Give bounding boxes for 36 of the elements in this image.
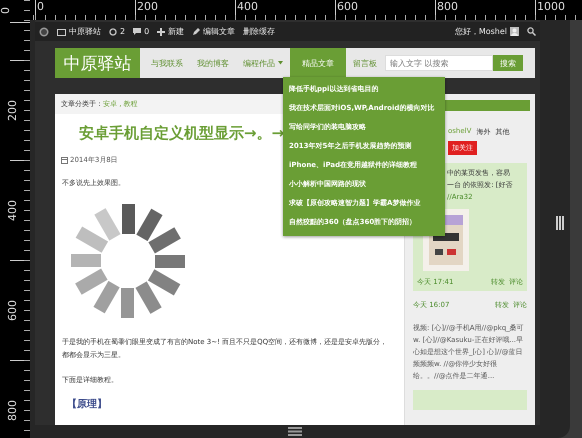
- site-logo[interactable]: 中原驿站: [55, 48, 140, 78]
- comment-icon: [133, 28, 142, 36]
- edit-link[interactable]: 编辑文章: [192, 26, 236, 37]
- purge-cache-link[interactable]: 删除缓存: [243, 26, 276, 37]
- search-icon[interactable]: [527, 27, 536, 36]
- ruler-label: 800: [437, 0, 459, 14]
- site-link[interactable]: 中原驿站: [57, 26, 101, 37]
- nav-tab[interactable]: 编程作品: [236, 48, 290, 78]
- resize-handle-icon[interactable]: [556, 216, 564, 230]
- account-link[interactable]: 您好，Moshel: [454, 26, 519, 37]
- calendar-icon: [61, 156, 68, 164]
- ruler-label: 1000: [537, 0, 566, 14]
- comments-link[interactable]: 0: [133, 27, 150, 36]
- ruler-label: 400: [7, 200, 18, 220]
- ruler-label: 200: [137, 0, 159, 14]
- search-field[interactable]: 输入文字 以搜索: [385, 55, 493, 71]
- ruler-label: 200: [7, 100, 18, 120]
- ruler-label: 800: [7, 400, 18, 420]
- ruler-label: 0: [0, 6, 11, 14]
- avatar-icon: [510, 27, 519, 36]
- search-button[interactable]: 搜索: [493, 55, 523, 71]
- ruler-label: 400: [237, 0, 259, 14]
- section-heading: 【原理】: [67, 398, 108, 411]
- updates-link[interactable]: 2: [109, 27, 126, 36]
- ruler-label: 600: [7, 300, 18, 320]
- resize-handle-icon[interactable]: [288, 427, 302, 436]
- nav-tab[interactable]: 我的博客: [190, 48, 236, 78]
- nav-tab[interactable]: 留言板: [346, 48, 384, 78]
- nav-tab[interactable]: 与我联系: [144, 48, 190, 78]
- new-link[interactable]: 新建: [157, 26, 184, 37]
- post-title: 安卓手机自定义机型显示→。→: [79, 124, 284, 143]
- pencil-icon: [192, 28, 200, 36]
- nav-tab[interactable]: 精品文章: [290, 48, 346, 78]
- plus-icon: [157, 28, 166, 36]
- ruler-label: 600: [337, 0, 359, 14]
- ruler-label: 0: [37, 0, 45, 14]
